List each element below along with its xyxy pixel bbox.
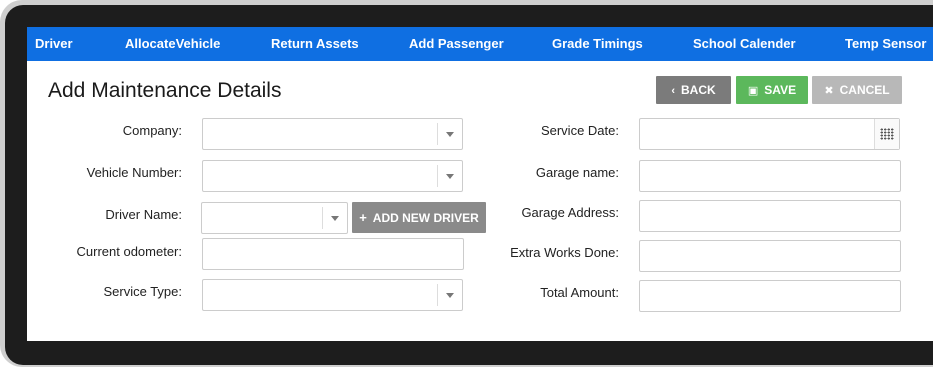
current-odometer-label: Current odometer:: [76, 244, 183, 259]
chevron-down-icon: [437, 284, 462, 306]
chevron-down-icon: [437, 165, 462, 187]
nav-item-add-passenger[interactable]: Add Passenger: [409, 27, 504, 61]
garage-name-field[interactable]: [640, 161, 900, 191]
extra-works-done-field[interactable]: [640, 241, 900, 271]
garage-name-input[interactable]: [639, 160, 901, 192]
current-odometer-input[interactable]: [202, 238, 464, 270]
driver-name-select[interactable]: [201, 202, 348, 234]
chevron-left-icon: ‹: [671, 85, 675, 97]
save-button-label: SAVE: [764, 83, 797, 97]
garage-address-label: Garage Address:: [521, 205, 619, 220]
add-new-driver-label: ADD NEW DRIVER: [372, 211, 479, 225]
service-type-select[interactable]: [202, 279, 463, 311]
company-select[interactable]: [202, 118, 463, 150]
top-navbar: Driver AllocateVehicle Return Assets Add…: [27, 27, 933, 61]
service-date-field[interactable]: [640, 119, 876, 149]
nav-item-grade-timings[interactable]: Grade Timings: [552, 27, 643, 61]
garage-name-label: Garage name:: [535, 165, 619, 180]
total-amount-field[interactable]: [640, 281, 900, 311]
service-type-label: Service Type:: [103, 284, 182, 299]
garage-address-input[interactable]: [639, 200, 901, 232]
cancel-button-label: CANCEL: [839, 83, 890, 97]
cancel-button[interactable]: ✖ CANCEL: [812, 76, 902, 104]
plus-icon: +: [359, 210, 367, 225]
vehicle-number-select[interactable]: [202, 160, 463, 192]
extra-works-done-label: Extra Works Done:: [510, 245, 619, 260]
garage-address-field[interactable]: [640, 201, 900, 231]
current-odometer-field[interactable]: [203, 239, 463, 269]
save-button[interactable]: ▣ SAVE: [736, 76, 808, 104]
service-date-input[interactable]: [639, 118, 900, 150]
nav-item-allocate-vehicle[interactable]: AllocateVehicle: [125, 27, 220, 61]
service-date-label: Service Date:: [540, 123, 619, 138]
close-icon: ✖: [824, 85, 834, 97]
app-screen: Driver AllocateVehicle Return Assets Add…: [27, 27, 933, 341]
vehicle-number-label: Vehicle Number:: [86, 165, 182, 180]
add-new-driver-button[interactable]: + ADD NEW DRIVER: [352, 202, 486, 233]
calendar-icon[interactable]: [874, 119, 899, 149]
back-button-label: BACK: [681, 83, 716, 97]
company-label: Company:: [122, 123, 182, 138]
nav-item-school-calender[interactable]: School Calender: [693, 27, 796, 61]
chevron-down-icon: [322, 207, 347, 229]
page-title: Add Maintenance Details: [48, 79, 282, 102]
chevron-down-icon: [437, 123, 462, 145]
driver-name-label: Driver Name:: [105, 207, 182, 222]
total-amount-input[interactable]: [639, 280, 901, 312]
back-button[interactable]: ‹ BACK: [656, 76, 731, 104]
floppy-disk-icon: ▣: [747, 85, 759, 97]
nav-item-driver[interactable]: Driver: [35, 27, 73, 61]
nav-item-return-assets[interactable]: Return Assets: [271, 27, 359, 61]
total-amount-label: Total Amount:: [540, 285, 619, 300]
nav-item-temp-sensor[interactable]: Temp Sensor: [845, 27, 926, 61]
extra-works-done-input[interactable]: [639, 240, 901, 272]
